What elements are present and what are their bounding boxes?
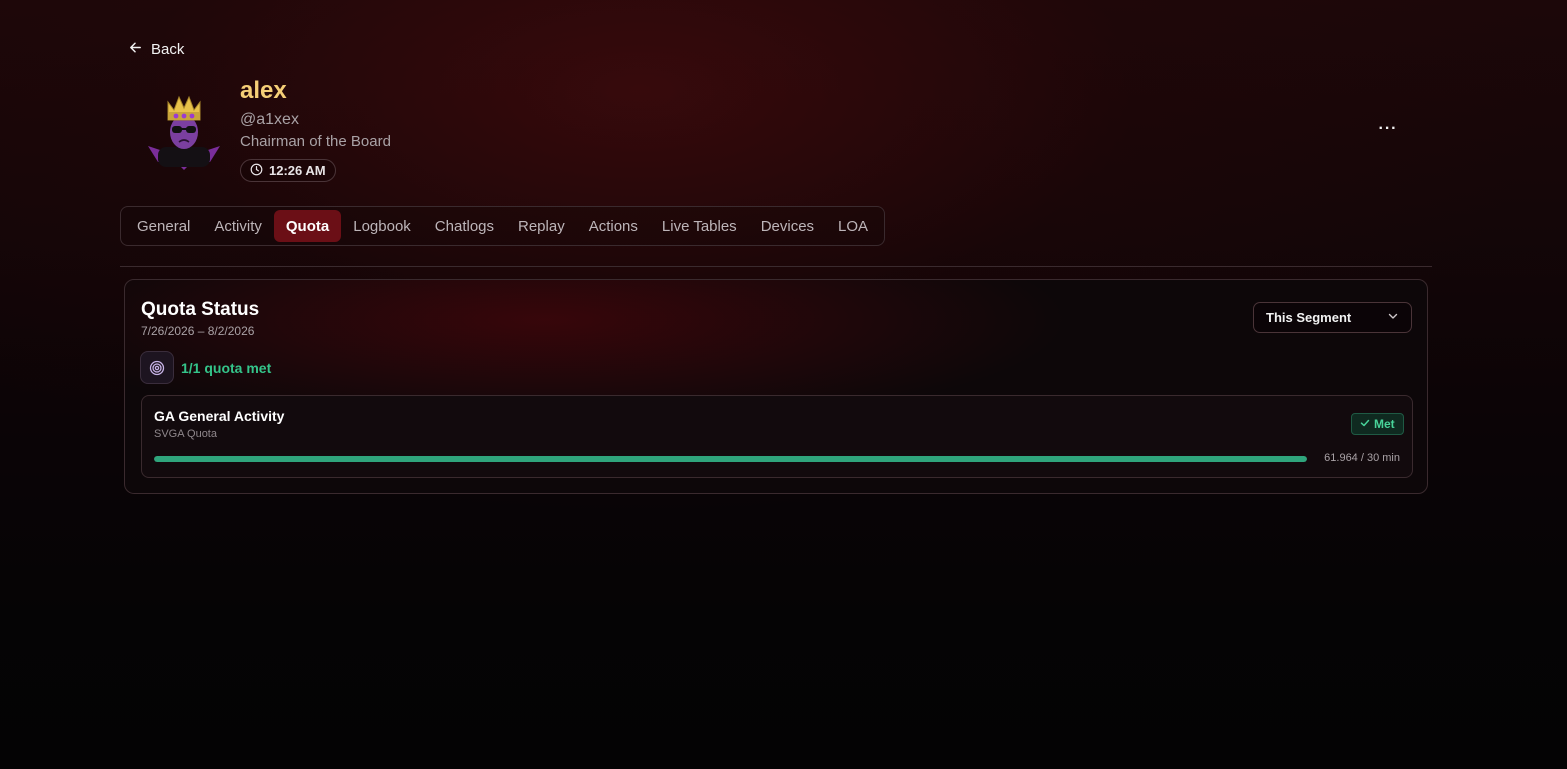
tab-chatlogs[interactable]: Chatlogs [423, 210, 506, 242]
quota-progress-fill [154, 456, 1307, 462]
tab-label: Activity [214, 217, 262, 235]
quota-item-subtitle: SVGA Quota [154, 428, 217, 440]
ellipsis-icon: ··· [1378, 120, 1398, 137]
status-badge: Met [1351, 413, 1404, 435]
profile-role: Chairman of the Board [240, 133, 391, 150]
tab-devices[interactable]: Devices [749, 210, 826, 242]
profile-tabs: General Activity Quota Logbook Chatlogs … [120, 206, 886, 246]
tab-label: Replay [518, 217, 565, 235]
local-time-badge: 12:26 AM [240, 159, 336, 182]
back-button[interactable]: Back [128, 40, 184, 59]
quota-status-card: Quota Status 7/26/2026 – 8/2/2026 This S… [124, 279, 1428, 494]
tab-label: Live Tables [661, 217, 737, 235]
tab-activity[interactable]: Activity [202, 210, 274, 242]
check-icon [1360, 417, 1370, 431]
section-divider [120, 266, 1432, 267]
tab-label: Actions [588, 217, 638, 235]
tab-live-tables[interactable]: Live Tables [650, 210, 749, 242]
quota-summary-text: 1/1 quota met [181, 359, 272, 376]
quota-item-title: GA General Activity [154, 408, 285, 424]
tab-label: LOA [838, 217, 869, 235]
tab-quota[interactable]: Quota [273, 210, 342, 242]
quota-progress-label: 61.964 / 30 min [1324, 452, 1400, 464]
tab-actions[interactable]: Actions [577, 210, 650, 242]
quota-date-range: 7/26/2026 – 8/2/2026 [141, 324, 255, 338]
arrow-left-icon [128, 40, 143, 59]
back-label: Back [151, 41, 185, 58]
segment-select-value: This Segment [1266, 310, 1352, 325]
tab-label: Chatlogs [434, 217, 494, 235]
tab-label: Devices [760, 217, 815, 235]
tab-logbook[interactable]: Logbook [341, 210, 423, 242]
clock-icon [250, 163, 263, 179]
quota-title: Quota Status [141, 299, 260, 320]
avatar [146, 92, 222, 172]
profile-name: alex [240, 77, 287, 104]
status-badge-label: Met [1374, 417, 1395, 431]
tab-loa[interactable]: LOA [826, 210, 880, 242]
quota-item: GA General Activity SVGA Quota Met 61.96… [141, 395, 1413, 478]
local-time-text: 12:26 AM [269, 163, 326, 178]
tab-replay[interactable]: Replay [506, 210, 577, 242]
tab-label: Quota [285, 217, 330, 235]
segment-select[interactable]: This Segment [1253, 302, 1412, 333]
quota-summary: 1/1 quota met [140, 351, 271, 384]
tab-label: Logbook [353, 217, 411, 235]
target-icon [140, 351, 174, 384]
tab-label: General [137, 217, 191, 235]
more-options-button[interactable]: ··· [1374, 118, 1402, 140]
profile-handle: @a1xex [240, 111, 299, 128]
chevron-down-icon [1387, 310, 1399, 325]
quota-progress-bar [154, 456, 1307, 462]
tab-general[interactable]: General [125, 210, 202, 242]
